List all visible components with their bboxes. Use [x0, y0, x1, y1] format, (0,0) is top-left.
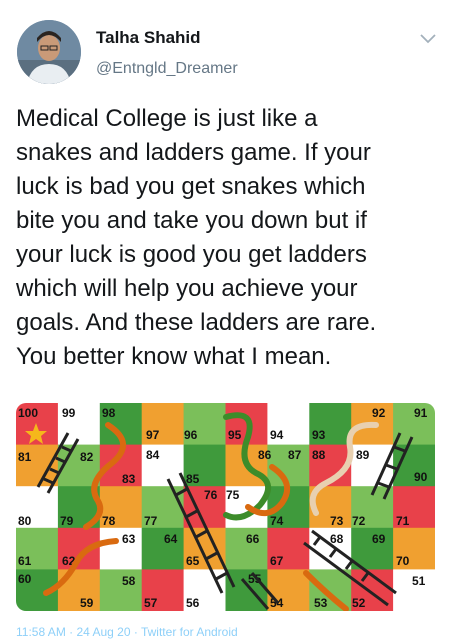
avatar-image — [17, 20, 81, 84]
board-cell — [141, 527, 185, 570]
board-number: 95 — [228, 428, 242, 442]
board-number: 57 — [144, 596, 158, 610]
author-name[interactable]: Talha Shahid — [96, 28, 201, 48]
board-number: 94 — [270, 428, 284, 442]
board-number: 98 — [102, 406, 116, 420]
board-number: 58 — [122, 574, 136, 588]
board-number: 99 — [62, 406, 76, 420]
board-number: 53 — [314, 596, 328, 610]
board-number: 60 — [18, 572, 32, 586]
board-number: 96 — [184, 428, 198, 442]
board-number: 83 — [122, 472, 136, 486]
board-number: 88 — [312, 448, 326, 462]
board-number: 64 — [164, 532, 178, 546]
board-number: 59 — [80, 596, 94, 610]
board-number: 74 — [270, 514, 284, 528]
board-cell — [99, 569, 143, 611]
board-number: 89 — [356, 448, 370, 462]
board-number: 100 — [18, 406, 38, 420]
board-number: 61 — [18, 554, 32, 568]
board-number: 65 — [186, 554, 200, 568]
avatar[interactable] — [17, 20, 81, 84]
board-number: 63 — [122, 532, 136, 546]
board-number: 79 — [60, 514, 74, 528]
chevron-down-icon[interactable] — [418, 32, 438, 46]
board-number: 82 — [80, 450, 94, 464]
board-number: 90 — [414, 470, 428, 484]
board-number: 77 — [144, 514, 158, 528]
board-number: 52 — [352, 596, 366, 610]
board-number: 85 — [186, 472, 200, 486]
board-number: 78 — [102, 514, 116, 528]
board-number: 75 — [226, 488, 240, 502]
board-number: 68 — [330, 532, 344, 546]
board-number: 97 — [146, 428, 160, 442]
board-number: 73 — [330, 514, 344, 528]
board-graphic: 100 99 98 97 96 95 94 93 92 91 81 82 84 86 87 88 89 90 83 8… — [16, 403, 435, 611]
board-number: 91 — [414, 406, 428, 420]
board-number: 51 — [412, 574, 426, 588]
board-number: 80 — [18, 514, 32, 528]
board-number: 66 — [246, 532, 260, 546]
author-handle[interactable]: @Entngld_Dreamer — [96, 60, 238, 78]
board-number: 56 — [186, 596, 200, 610]
board-number: 87 — [288, 448, 302, 462]
board-cell — [225, 569, 268, 611]
board-number: 76 — [204, 488, 218, 502]
board-number: 84 — [146, 448, 160, 462]
board-number: 86 — [258, 448, 272, 462]
board-cell — [99, 527, 143, 570]
board-number: 69 — [372, 532, 386, 546]
board-number: 72 — [352, 514, 366, 528]
board-number: 70 — [396, 554, 410, 568]
board-number: 92 — [372, 406, 386, 420]
board-number: 71 — [396, 514, 410, 528]
tweet-image-snakes-ladders[interactable]: 100 99 98 97 96 95 94 93 92 91 81 82 84 86 87 88 89 90 83 8… — [16, 403, 435, 611]
board-number: 93 — [312, 428, 326, 442]
tweet-text: Medical College is just like a snakes an… — [16, 105, 377, 370]
board-number: 81 — [18, 450, 32, 464]
board-number: 67 — [270, 554, 284, 568]
